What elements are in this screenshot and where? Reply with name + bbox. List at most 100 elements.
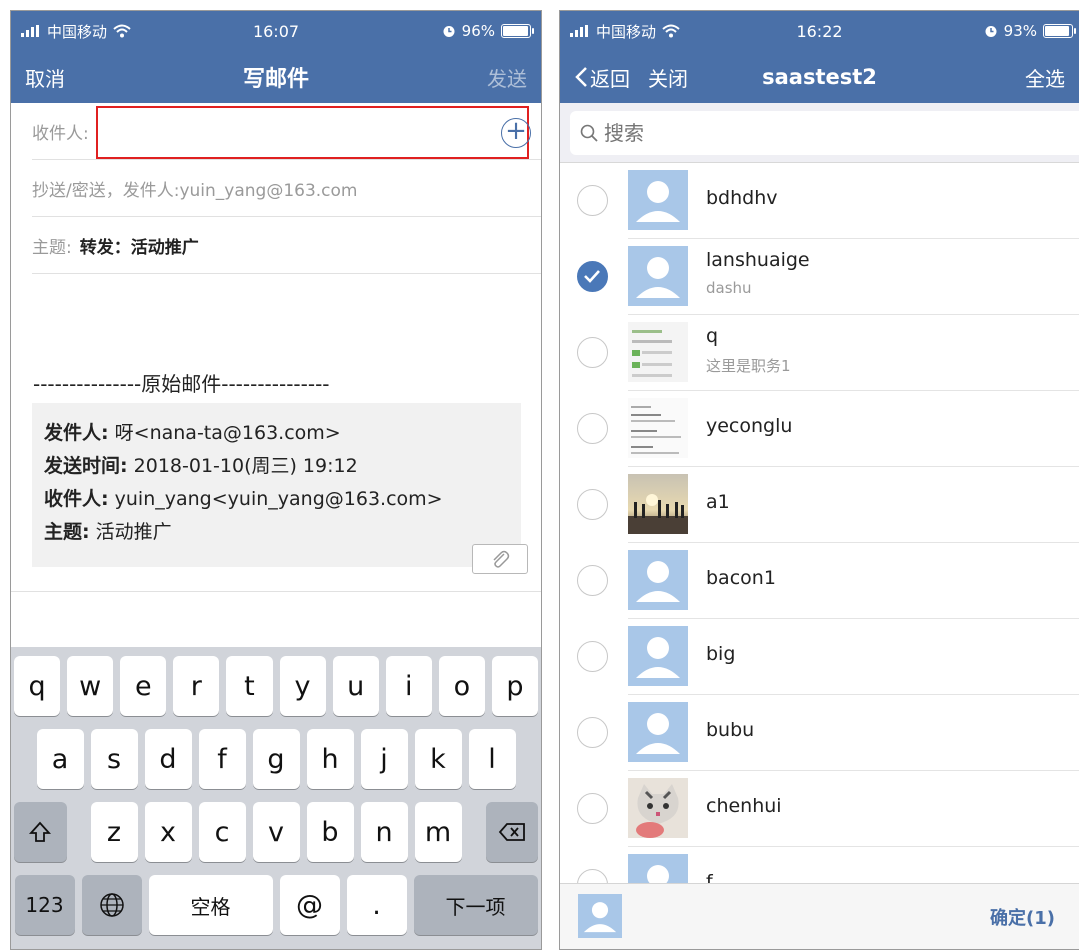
contact-name: lanshuaige	[706, 249, 810, 271]
contact-list: bdhdhv lanshuaige dashu q 这里是职务1 yeconglu a1 ba…	[560, 163, 1079, 923]
unchecked-radio-icon[interactable]	[577, 717, 608, 748]
unchecked-radio-icon[interactable]	[577, 793, 608, 824]
key-d[interactable]: d	[144, 729, 192, 789]
compose-screen: 中国移动 16:07 96% 取消 写邮件 发送 收件人: + 抄送/密送，发件…	[10, 10, 542, 950]
status-bar: 中国移动 16:07 96%	[11, 11, 541, 51]
alarm-icon	[443, 26, 455, 37]
paperclip-icon[interactable]	[472, 544, 528, 574]
mail-body[interactable]: ---------------原始邮件--------------- 发件人: …	[11, 274, 541, 592]
key-y[interactable]: y	[279, 656, 326, 716]
contact-avatar	[628, 626, 688, 686]
unchecked-radio-icon[interactable]	[577, 565, 608, 596]
key-b[interactable]: b	[306, 802, 354, 862]
battery-icon	[501, 24, 534, 38]
selected-avatar[interactable]	[578, 894, 622, 938]
unchecked-radio-icon[interactable]	[577, 489, 608, 520]
contact-name: bdhdhv	[706, 187, 778, 209]
key-c[interactable]: c	[198, 802, 246, 862]
globe-key[interactable]	[81, 875, 142, 935]
key-m[interactable]: m	[414, 802, 462, 862]
key-x[interactable]: x	[144, 802, 192, 862]
contact-avatar	[628, 246, 688, 306]
contact-row[interactable]: bubu	[560, 695, 1079, 771]
key-a[interactable]: a	[36, 729, 84, 789]
contact-name: bubu	[706, 719, 755, 741]
status-bar: 中国移动 16:22 93%	[560, 11, 1079, 51]
search-box[interactable]	[570, 111, 1079, 155]
search-input[interactable]	[604, 121, 904, 145]
contact-avatar	[628, 474, 688, 534]
wifi-icon	[113, 24, 131, 38]
contact-row[interactable]: a1	[560, 467, 1079, 543]
key-r[interactable]: r	[173, 656, 220, 716]
contact-avatar	[628, 398, 688, 458]
key-k[interactable]: k	[414, 729, 462, 789]
key-p[interactable]: p	[491, 656, 538, 716]
key-h[interactable]: h	[306, 729, 354, 789]
key-e[interactable]: e	[120, 656, 167, 716]
key-z[interactable]: z	[90, 802, 138, 862]
document-avatar-icon	[628, 398, 688, 458]
at-key[interactable]: @	[279, 875, 340, 935]
key-i[interactable]: i	[385, 656, 432, 716]
contact-row[interactable]: bdhdhv	[560, 163, 1079, 239]
default-avatar-icon	[628, 550, 688, 610]
key-j[interactable]: j	[360, 729, 408, 789]
key-s[interactable]: s	[90, 729, 138, 789]
contact-row[interactable]: lanshuaige dashu	[560, 239, 1079, 315]
key-f[interactable]: f	[198, 729, 246, 789]
default-avatar-icon	[578, 894, 622, 938]
next-field-key[interactable]: 下一项	[413, 875, 538, 935]
contact-row[interactable]: chenhui	[560, 771, 1079, 847]
back-button[interactable]: 返回	[574, 63, 630, 92]
contact-row[interactable]: q 这里是职务1	[560, 315, 1079, 391]
add-recipient-icon[interactable]: +	[501, 118, 531, 148]
contact-name: chenhui	[706, 795, 782, 817]
close-button[interactable]: 关闭	[648, 63, 688, 92]
quoted-mail: 发件人: 呀<nana-ta@163.com> 发送时间: 2018-01-10…	[32, 403, 528, 574]
key-w[interactable]: w	[67, 656, 114, 716]
original-mail-separator: ---------------原始邮件---------------	[33, 372, 330, 396]
key-v[interactable]: v	[252, 802, 300, 862]
shift-key[interactable]	[14, 802, 67, 862]
cancel-button[interactable]: 取消	[25, 63, 65, 92]
cc-field[interactable]: 抄送/密送，发件人:yuin_yang@163.com	[32, 160, 541, 217]
to-field: 收件人: +	[32, 103, 541, 160]
contact-avatar	[628, 322, 688, 382]
contact-row[interactable]: big	[560, 619, 1079, 695]
key-q[interactable]: q	[14, 656, 61, 716]
key-t[interactable]: t	[226, 656, 273, 716]
contact-row[interactable]: yeconglu	[560, 391, 1079, 467]
key-o[interactable]: o	[438, 656, 485, 716]
unchecked-radio-icon[interactable]	[577, 337, 608, 368]
key-n[interactable]: n	[360, 802, 408, 862]
contact-row[interactable]: bacon1	[560, 543, 1079, 619]
key-u[interactable]: u	[332, 656, 379, 716]
dot-key[interactable]: .	[346, 875, 407, 935]
checked-radio-icon[interactable]	[577, 261, 608, 292]
subject-field[interactable]: 主题: 转发：活动推广	[32, 217, 541, 274]
unchecked-radio-icon[interactable]	[577, 185, 608, 216]
contact-name: big	[706, 643, 736, 665]
key-g[interactable]: g	[252, 729, 300, 789]
contact-picker-screen: 中国移动 16:22 93% 返回 关闭 saastest2 全选 bdhdhv…	[559, 10, 1079, 950]
space-key[interactable]: 空格	[148, 875, 273, 935]
subject-label: 主题:	[32, 237, 72, 258]
search-bar	[560, 103, 1079, 163]
confirm-button[interactable]: 确定(1)	[990, 904, 1055, 930]
unchecked-radio-icon[interactable]	[577, 413, 608, 444]
contact-avatar	[628, 778, 688, 838]
numbers-key[interactable]: 123	[14, 875, 75, 935]
unchecked-radio-icon[interactable]	[577, 641, 608, 672]
nav-bar: 返回 关闭 saastest2 全选	[560, 51, 1079, 103]
default-avatar-icon	[628, 702, 688, 762]
backspace-icon	[498, 823, 525, 841]
globe-icon	[99, 893, 124, 917]
cc-label: 抄送/密送，发件人:yuin_yang@163.com	[32, 180, 358, 201]
key-l[interactable]: l	[468, 729, 516, 789]
select-all-button[interactable]: 全选	[1025, 63, 1065, 92]
to-input[interactable]	[96, 106, 529, 159]
backspace-key[interactable]	[485, 802, 538, 862]
contact-subtitle: dashu	[706, 279, 752, 297]
send-button[interactable]: 发送	[487, 63, 527, 92]
